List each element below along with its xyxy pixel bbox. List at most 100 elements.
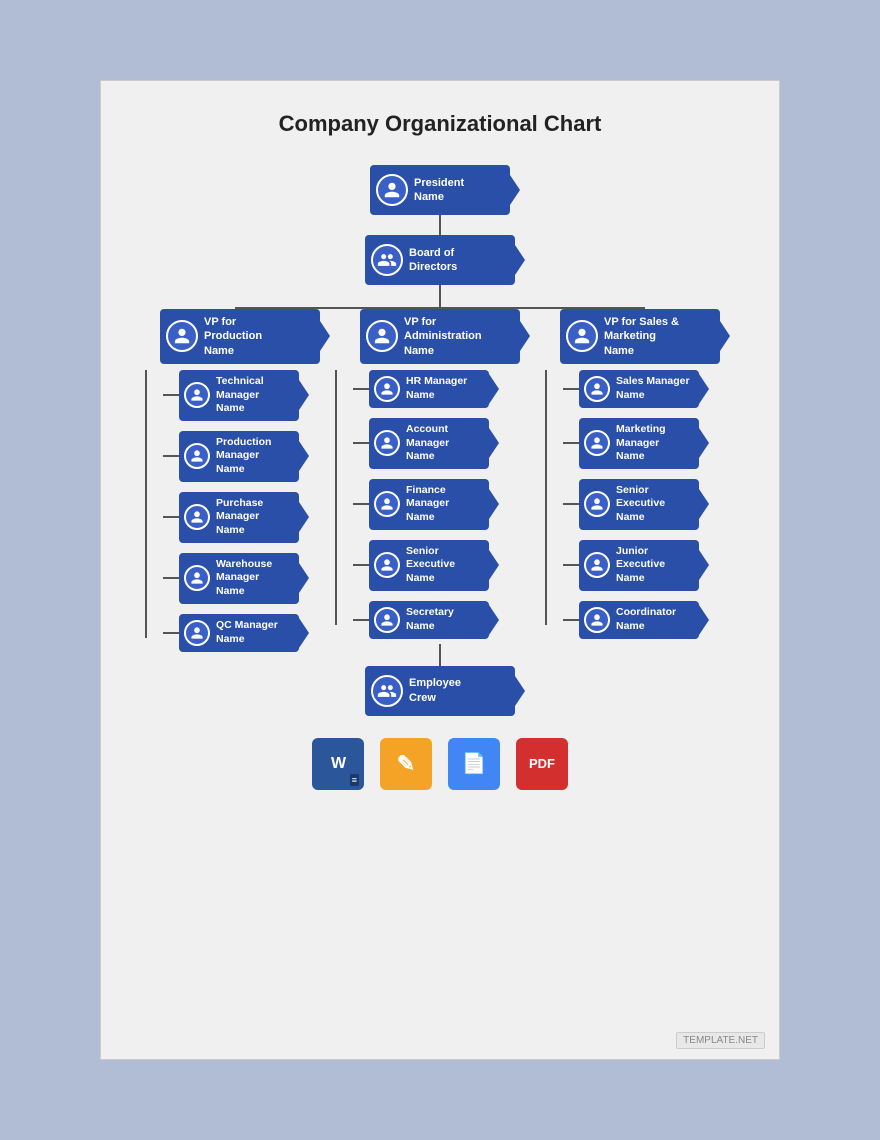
sub-node-row: SeniorExecutiveName xyxy=(353,540,489,591)
col1-sub-layout: TechnicalManagerName ProductionManagerNa… xyxy=(145,364,335,657)
sub-node-row: QC ManagerName xyxy=(163,614,299,652)
col-admin: VP for Administration Name xyxy=(335,309,545,666)
pages-icon[interactable]: ✎ xyxy=(380,738,432,790)
sub-node-row: HR ManagerName xyxy=(353,370,489,408)
vp-admin-text: VP for Administration Name xyxy=(404,315,482,358)
h-stub xyxy=(163,577,179,579)
warehouse-mgr-icon xyxy=(184,565,210,591)
president-node: President Name xyxy=(370,165,510,215)
finance-mgr-icon xyxy=(374,491,400,517)
col1-nodes: TechnicalManagerName ProductionManagerNa… xyxy=(163,370,299,657)
col-sales: VP for Sales & Marketing Name xyxy=(545,309,735,644)
employee-text: Employee Crew xyxy=(409,676,461,705)
h-stub xyxy=(353,442,369,444)
col2-sub-layout: HR ManagerName AccountManagerName xyxy=(335,364,545,644)
branch-connector xyxy=(235,285,645,309)
senior-exec-admin-icon xyxy=(374,552,400,578)
three-columns: VP for Production Name xyxy=(145,309,735,666)
sub-node-row: WarehouseManagerName xyxy=(163,553,299,604)
page-title: Company Organizational Chart xyxy=(279,111,602,137)
conn1 xyxy=(439,215,441,235)
pdf-icon[interactable]: PDF xyxy=(516,738,568,790)
coordinator-node: CoordinatorName xyxy=(579,601,699,639)
qc-mgr-text: QC ManagerName xyxy=(216,619,278,646)
vp-production-icon xyxy=(166,320,198,352)
qc-manager-node: QC ManagerName xyxy=(179,614,299,652)
sales-manager-node: Sales ManagerName xyxy=(579,370,699,408)
vp-sales-text: VP for Sales & Marketing Name xyxy=(604,315,679,358)
employee-node: Employee Crew xyxy=(365,666,515,716)
col1-vert-line xyxy=(145,370,147,638)
h-stub xyxy=(353,619,369,621)
pages-label: ✎ xyxy=(397,751,415,777)
purchase-manager-node: PurchaseManagerName xyxy=(179,492,299,543)
secretary-text: SecretaryName xyxy=(406,606,454,633)
board-node: Board of Directors xyxy=(365,235,515,285)
vp-sales-icon xyxy=(566,320,598,352)
president-text: President Name xyxy=(414,176,464,205)
vp-production-text: VP for Production Name xyxy=(204,315,262,358)
coordinator-icon xyxy=(584,607,610,633)
marketing-mgr-icon xyxy=(584,430,610,456)
h-stub xyxy=(563,503,579,505)
finance-manager-node: FinanceManagerName xyxy=(369,479,489,530)
vert-to-branch xyxy=(439,285,441,307)
sub-node-row: CoordinatorName xyxy=(563,601,699,639)
h-stub xyxy=(163,455,179,457)
col2-vert-area xyxy=(335,370,353,644)
h-stub xyxy=(353,564,369,566)
senior-exec-sales-text: SeniorExecutiveName xyxy=(616,484,665,525)
prod-mgr-text: ProductionManagerName xyxy=(216,436,271,477)
prod-mgr-icon xyxy=(184,443,210,469)
col1-vert-area xyxy=(145,370,163,657)
h-stub xyxy=(163,632,179,634)
docs-label: 📄 xyxy=(462,751,487,776)
finance-mgr-text: FinanceManagerName xyxy=(406,484,449,525)
col2-vert-line xyxy=(335,370,337,625)
h-stub xyxy=(563,442,579,444)
account-mgr-text: AccountManagerName xyxy=(406,423,449,464)
h-stub xyxy=(353,388,369,390)
h-stub xyxy=(563,564,579,566)
col2-to-employee xyxy=(439,644,441,666)
word-label: W xyxy=(331,755,345,773)
h-stub xyxy=(563,619,579,621)
senior-exec-sales-icon xyxy=(584,491,610,517)
footer-icons: W ≡ ✎ 📄 PDF xyxy=(312,738,568,790)
h-stub xyxy=(163,516,179,518)
board-text: Board of Directors xyxy=(409,246,457,275)
account-mgr-icon xyxy=(374,430,400,456)
vp-production-node: VP for Production Name xyxy=(160,309,320,364)
col-production: VP for Production Name xyxy=(145,309,335,657)
account-manager-node: AccountManagerName xyxy=(369,418,489,469)
senior-exec-admin-node: SeniorExecutiveName xyxy=(369,540,489,591)
sub-node-row: JuniorExecutiveName xyxy=(563,540,699,591)
marketing-mgr-text: MarketingManagerName xyxy=(616,423,666,464)
junior-exec-icon xyxy=(584,552,610,578)
purchase-mgr-text: PurchaseManagerName xyxy=(216,497,263,538)
secretary-icon xyxy=(374,607,400,633)
watermark: TEMPLATE.NET xyxy=(676,1032,765,1049)
senior-exec-sales-node: SeniorExecutiveName xyxy=(579,479,699,530)
board-icon xyxy=(371,244,403,276)
sales-mgr-text: Sales ManagerName xyxy=(616,375,690,402)
vp-admin-icon xyxy=(366,320,398,352)
sales-mgr-icon xyxy=(584,376,610,402)
word-icon[interactable]: W ≡ xyxy=(312,738,364,790)
vp-admin-node: VP for Administration Name xyxy=(360,309,520,364)
production-manager-node: ProductionManagerName xyxy=(179,431,299,482)
col2-nodes: HR ManagerName AccountManagerName xyxy=(353,370,489,644)
technical-manager-node: TechnicalManagerName xyxy=(179,370,299,421)
col3-vert-area xyxy=(545,370,563,644)
coordinator-text: CoordinatorName xyxy=(616,606,676,633)
docs-icon[interactable]: 📄 xyxy=(448,738,500,790)
page: Company Organizational Chart President N… xyxy=(100,80,780,1060)
pdf-label: PDF xyxy=(529,756,555,771)
tech-mgr-icon xyxy=(184,382,210,408)
marketing-manager-node: MarketingManagerName xyxy=(579,418,699,469)
sub-node-row: SeniorExecutiveName xyxy=(563,479,699,530)
col3-sub-layout: Sales ManagerName MarketingManagerName xyxy=(545,364,735,644)
h-stub xyxy=(163,394,179,396)
sub-node-row: SecretaryName xyxy=(353,601,489,639)
sub-node-row: AccountManagerName xyxy=(353,418,489,469)
